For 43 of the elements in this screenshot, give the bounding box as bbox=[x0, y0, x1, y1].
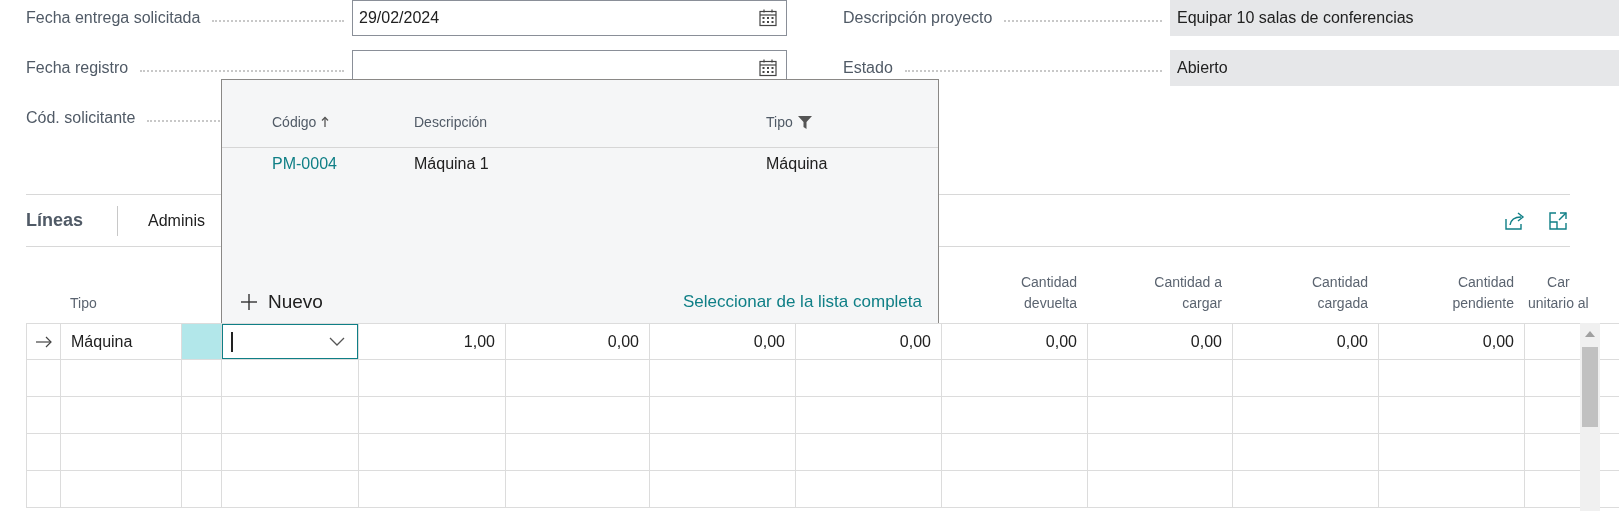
new-button[interactable]: Nuevo bbox=[234, 287, 329, 317]
table-cell: Máquina bbox=[766, 155, 828, 173]
field-label: Estado bbox=[843, 58, 893, 78]
full-list-link[interactable]: Seleccionar de la lista completa bbox=[682, 292, 922, 312]
column-header[interactable]: Car unitario al bbox=[1528, 272, 1589, 314]
read-only-field: Abierto bbox=[1170, 50, 1619, 86]
date-field[interactable]: 29/02/2024 bbox=[352, 0, 787, 36]
column-header[interactable]: Cantidad devuelta bbox=[1020, 272, 1077, 314]
column-header[interactable]: Descripción bbox=[414, 114, 488, 130]
read-only-field: Equipar 10 salas de conferencias bbox=[1170, 0, 1619, 36]
table-cell: 1,00 bbox=[463, 332, 495, 351]
field-label: Cód. solicitante bbox=[26, 108, 136, 128]
lookup-field[interactable] bbox=[222, 324, 358, 359]
calendar-icon[interactable] bbox=[758, 8, 778, 28]
column-header[interactable]: Código bbox=[272, 114, 317, 130]
table-cell: 0,00 bbox=[607, 332, 639, 351]
column-header[interactable]: Cantidad cargada bbox=[1311, 272, 1368, 314]
table-cell: 0,00 bbox=[1190, 332, 1222, 351]
code-link[interactable]: PM-0004 bbox=[272, 155, 337, 173]
menu-tab[interactable]: Adminis bbox=[148, 211, 205, 230]
table-cell: 0,00 bbox=[1336, 332, 1368, 351]
field-label: Descripción proyecto bbox=[843, 8, 993, 28]
chevron-down-icon[interactable] bbox=[329, 336, 345, 347]
table-cell: Máquina 1 bbox=[414, 155, 489, 173]
calendar-icon[interactable] bbox=[758, 58, 778, 78]
table-cell: 0,00 bbox=[899, 332, 931, 351]
column-header[interactable]: Cantidad pendiente bbox=[1452, 272, 1514, 314]
column-header[interactable]: Tipo bbox=[70, 293, 97, 314]
column-header[interactable]: Tipo bbox=[766, 114, 793, 130]
scroll-up-icon[interactable] bbox=[1585, 331, 1595, 337]
scrollbar-thumb[interactable] bbox=[1582, 347, 1598, 427]
scrollbar[interactable] bbox=[1580, 323, 1600, 511]
plus-icon bbox=[240, 293, 258, 311]
table-cell: 0,00 bbox=[753, 332, 785, 351]
section-title: Líneas bbox=[26, 210, 84, 231]
share-icon[interactable] bbox=[1504, 210, 1526, 231]
expand-icon[interactable] bbox=[1548, 210, 1568, 231]
field-label: Fecha registro bbox=[26, 58, 129, 78]
table-cell: 0,00 bbox=[1045, 332, 1077, 351]
column-header[interactable]: Cantidad a cargar bbox=[1154, 272, 1222, 314]
table-cell: 0,00 bbox=[1482, 332, 1514, 351]
table-cell: Máquina bbox=[71, 332, 133, 351]
field-label: Fecha entrega solicitada bbox=[26, 8, 201, 28]
